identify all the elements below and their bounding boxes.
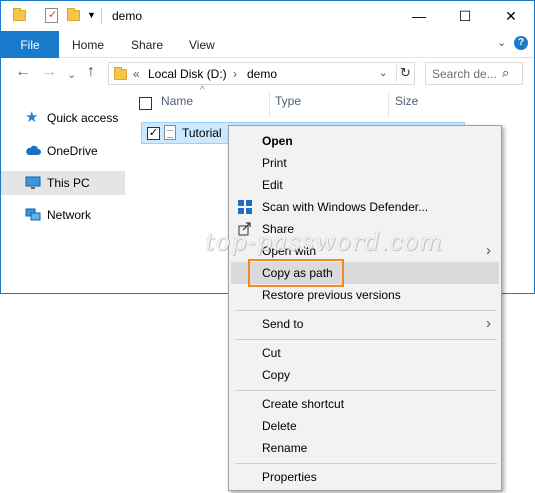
search-input[interactable]: Search de... ⌕ <box>425 62 523 85</box>
menu-item-label: Send to <box>262 317 304 331</box>
sidebar-item-label: Quick access <box>47 111 119 125</box>
column-divider[interactable] <box>269 92 270 117</box>
submenu-arrow-icon: › <box>486 242 491 259</box>
menu-item-delete[interactable]: Delete <box>231 415 499 437</box>
new-folder-icon[interactable] <box>67 8 81 22</box>
menu-item-label: Restore previous versions <box>262 288 401 302</box>
menu-item-label: Copy <box>262 368 291 382</box>
refresh-icon[interactable]: ↻ <box>396 65 414 82</box>
title-bar: ✓ ▼ demo — ☐ ✕ <box>1 1 534 31</box>
submenu-arrow-icon: › <box>486 315 491 332</box>
sidebar-item-onedrive[interactable]: OneDrive <box>1 139 125 163</box>
search-icon[interactable]: ⌕ <box>502 65 518 81</box>
forward-arrow-icon[interactable]: → <box>41 64 57 80</box>
breadcrumb-overflow[interactable]: « <box>133 67 140 81</box>
menu-item-share[interactable]: Share <box>231 218 499 240</box>
menu-item-label: Print <box>262 156 287 170</box>
sidebar-item-label: Network <box>47 208 92 222</box>
sidebar-item-network[interactable]: Network <box>1 203 125 227</box>
menu-item-scan-defender[interactable]: Scan with Windows Defender... <box>231 196 499 218</box>
menu-separator <box>235 390 497 391</box>
sidebar-item-this-pc[interactable]: This PC <box>1 171 125 195</box>
breadcrumb-demo[interactable]: demo <box>247 67 277 81</box>
menu-item-label: Rename <box>262 441 308 455</box>
navigation-pane: ★ Quick access OneDrive This PC Network <box>1 90 125 294</box>
tab-home[interactable]: Home <box>72 31 104 58</box>
properties-check-icon[interactable]: ✓ <box>45 8 58 23</box>
menu-separator <box>235 339 497 340</box>
menu-item-label: Create shortcut <box>262 397 345 411</box>
menu-item-properties[interactable]: Properties <box>231 466 499 488</box>
address-dropdown-icon[interactable]: ⌄ <box>379 68 387 79</box>
tab-view[interactable]: View <box>189 31 215 58</box>
recent-locations-dropdown[interactable]: ⌄ <box>67 67 76 83</box>
column-divider[interactable] <box>388 92 389 117</box>
menu-item-label: Open <box>262 134 293 148</box>
menu-item-label: Cut <box>262 346 281 360</box>
context-menu: Open Print Edit Scan with Windows Defend… <box>228 125 502 491</box>
help-icon[interactable]: ? <box>514 36 528 50</box>
minimize-button[interactable]: — <box>396 1 442 31</box>
menu-item-copy[interactable]: Copy <box>231 364 499 386</box>
window-title: demo <box>112 9 143 23</box>
folder-icon <box>114 67 127 80</box>
column-header-type[interactable]: Type <box>275 94 301 114</box>
network-icon <box>25 208 41 222</box>
menu-item-label: Edit <box>262 178 283 192</box>
sidebar-item-quick-access[interactable]: ★ Quick access <box>1 106 125 130</box>
menu-item-send-to[interactable]: Send to › <box>231 313 499 335</box>
ribbon-expand-icon[interactable]: ⌄ <box>497 36 506 49</box>
menu-separator <box>235 310 497 311</box>
menu-item-open[interactable]: Open <box>231 130 499 152</box>
highlight-box <box>248 259 344 287</box>
divider <box>101 8 102 24</box>
tab-share[interactable]: Share <box>131 31 163 58</box>
select-all-checkbox[interactable] <box>139 97 152 110</box>
menu-item-edit[interactable]: Edit <box>231 174 499 196</box>
ribbon: File Home Share View ⌄ ? <box>1 31 534 58</box>
sidebar-item-label: This PC <box>47 176 90 190</box>
menu-item-label: Share <box>262 222 295 236</box>
column-header-name[interactable]: Name <box>161 94 193 114</box>
search-placeholder: Search de... <box>432 67 496 81</box>
sort-caret-icon: ^ <box>200 85 205 96</box>
customize-quick-access-dropdown[interactable]: ▼ <box>87 11 96 20</box>
column-header-size[interactable]: Size <box>395 94 418 114</box>
tab-file[interactable]: File <box>1 31 59 58</box>
menu-item-cut[interactable]: Cut <box>231 342 499 364</box>
menu-item-label: Scan with Windows Defender... <box>262 200 429 214</box>
menu-separator <box>235 463 497 464</box>
menu-item-restore-previous-versions[interactable]: Restore previous versions <box>231 284 499 306</box>
menu-item-label: Properties <box>262 470 317 484</box>
menu-item-label: Delete <box>262 419 297 433</box>
close-button[interactable]: ✕ <box>488 1 534 31</box>
back-arrow-icon[interactable]: ← <box>15 64 31 80</box>
cloud-icon <box>25 144 41 158</box>
file-name: Tutorial <box>182 126 222 140</box>
document-icon <box>164 125 176 140</box>
monitor-icon <box>25 176 41 190</box>
share-icon <box>237 221 253 237</box>
breadcrumb-separator[interactable]: › <box>233 67 237 81</box>
menu-item-rename[interactable]: Rename <box>231 437 499 459</box>
folder-icon[interactable] <box>13 8 27 22</box>
address-bar[interactable]: « Local Disk (D:) › demo ⌄ ↻ <box>108 62 415 85</box>
breadcrumb-local-disk[interactable]: Local Disk (D:) <box>148 67 227 81</box>
up-arrow-icon[interactable]: ↑ <box>87 64 95 80</box>
navigation-bar: ← → ⌄ ↑ « Local Disk (D:) › demo ⌄ ↻ Sea… <box>1 58 534 90</box>
sidebar-item-label: OneDrive <box>47 144 98 158</box>
menu-item-label: Open with <box>262 244 317 258</box>
defender-shield-icon <box>237 199 253 215</box>
menu-item-print[interactable]: Print <box>231 152 499 174</box>
file-checkbox[interactable]: ✓ <box>147 127 160 140</box>
maximize-button[interactable]: ☐ <box>442 1 488 31</box>
menu-item-create-shortcut[interactable]: Create shortcut <box>231 393 499 415</box>
star-icon: ★ <box>25 109 39 126</box>
